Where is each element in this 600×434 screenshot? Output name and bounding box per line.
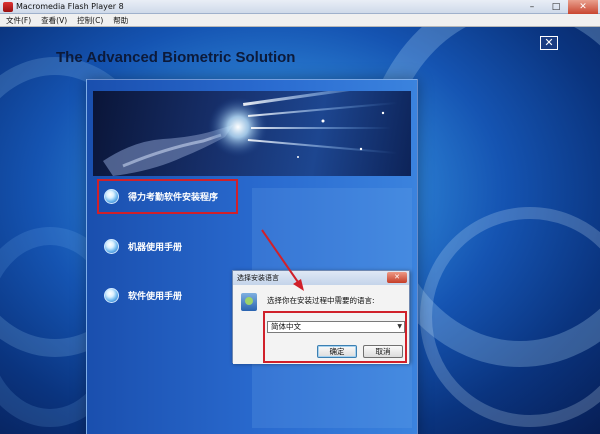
menu-view[interactable]: 查看(V) [41,14,67,26]
annotation-arrow [261,229,304,291]
menu-file[interactable]: 文件(F) [6,14,31,26]
menu-control[interactable]: 控制(C) [77,14,103,26]
flash-stage: The Advanced Biometric Solution ✕ 得力考勤软件… [0,27,600,434]
window-titlebar: Macromedia Flash Player 8 – □ ✕ [0,0,600,14]
window-controls: – □ ✕ [520,0,598,14]
menu-help[interactable]: 帮助 [113,14,128,26]
maximize-button[interactable]: □ [544,0,568,14]
minimize-button[interactable]: – [520,0,544,14]
window-title: Macromedia Flash Player 8 [16,2,124,11]
menu-bar: 文件(F) 查看(V) 控制(C) 帮助 [0,14,600,27]
flash-app-icon [3,2,13,12]
close-button[interactable]: ✕ [568,0,598,14]
